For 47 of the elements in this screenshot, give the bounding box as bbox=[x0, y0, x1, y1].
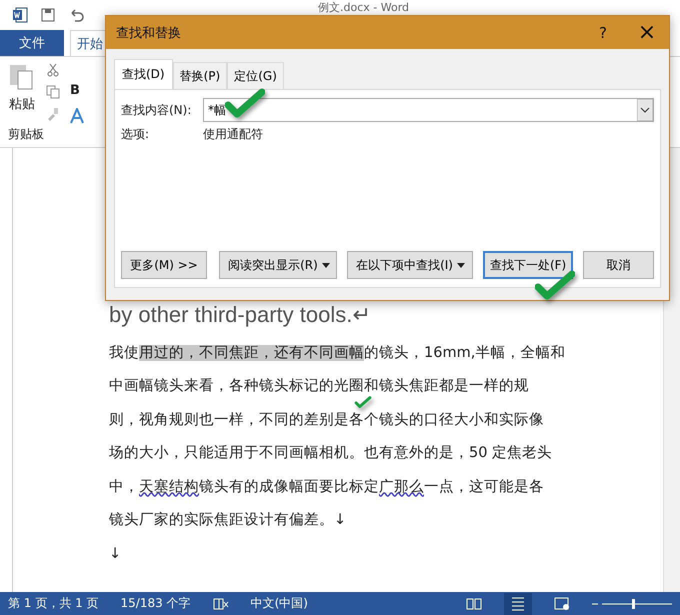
document-line: 场的大小，只能适用于不同画幅相机。也有意外的是，50 定焦老头 bbox=[109, 444, 552, 462]
dialog-button[interactable]: 查找下一处(F) bbox=[483, 251, 574, 279]
file-tab[interactable]: 文件 bbox=[0, 30, 64, 56]
word-logo-icon[interactable] bbox=[12, 7, 28, 23]
word-count[interactable]: 15/183 个字 bbox=[120, 595, 191, 612]
find-combo-box[interactable]: *幅 bbox=[203, 98, 654, 122]
proofing-icon[interactable] bbox=[212, 596, 229, 610]
document-line: ↓ bbox=[109, 544, 122, 563]
window-title: 例文.docx - Word bbox=[318, 1, 410, 14]
document-line: 则，视角规则也一样，不同的差别是各个镜头的口径大小和实际像 bbox=[109, 410, 544, 429]
dialog-button[interactable]: 在以下项中查找(I) bbox=[347, 251, 474, 279]
options-label: 选项: bbox=[121, 126, 150, 143]
document-line: 镜头厂家的实际焦距设计有偏差。↓ bbox=[109, 511, 346, 530]
dialog-tab[interactable]: 查找(D) bbox=[114, 59, 173, 89]
text-effects-icon[interactable] bbox=[70, 108, 84, 124]
caret-icon bbox=[322, 262, 330, 268]
web-layout-icon[interactable] bbox=[554, 596, 570, 610]
document-line: 我使用过的，不同焦距，还有不同画幅的镜头，16mm,半幅，全幅和 bbox=[109, 344, 566, 362]
find-field[interactable]: *幅 bbox=[204, 102, 637, 118]
check-mark-icon bbox=[225, 88, 265, 120]
bold-button[interactable]: B bbox=[70, 83, 84, 98]
check-mark-icon bbox=[352, 396, 374, 409]
help-button[interactable]: ? bbox=[581, 16, 625, 49]
dropdown-button[interactable] bbox=[637, 99, 653, 121]
scissors-icon[interactable] bbox=[46, 63, 60, 77]
dialog-button[interactable]: 取消 bbox=[583, 251, 654, 279]
page-count[interactable]: 第 1 页，共 1 页 bbox=[8, 595, 99, 612]
print-layout-icon[interactable] bbox=[504, 592, 532, 614]
dialog-title: 查找和替换 bbox=[116, 24, 181, 42]
options-value: 使用通配符 bbox=[203, 126, 263, 143]
dialog-tab[interactable]: 替换(P) bbox=[172, 62, 228, 89]
dialog-tab[interactable]: 定位(G) bbox=[227, 62, 284, 89]
dialog-button[interactable]: 阅读突出显示(R) bbox=[219, 251, 338, 279]
document-line: 中，天塞结构镜头有的成像幅面要比标定广那么一点，这可能是各 bbox=[109, 478, 544, 496]
find-label: 查找内容(N): bbox=[121, 102, 192, 118]
check-mark-icon bbox=[535, 270, 575, 302]
document-line: 中画幅镜头来看，各种镜头标记的光圈和镜头焦距都是一样的规 bbox=[109, 377, 529, 396]
save-icon[interactable] bbox=[40, 7, 56, 23]
copy-icon[interactable] bbox=[46, 85, 60, 99]
language-status[interactable]: 中文(中国) bbox=[250, 595, 308, 612]
caret-icon bbox=[456, 262, 465, 268]
read-mode-icon[interactable] bbox=[466, 596, 482, 610]
close-button[interactable]: × bbox=[625, 16, 669, 49]
paste-button[interactable]: 粘贴 bbox=[9, 95, 35, 113]
document-text: by other third-party tools.↵ bbox=[109, 302, 370, 328]
dialog-button[interactable]: 更多(M) >> bbox=[121, 251, 208, 279]
clipboard-group-label: 剪贴板 bbox=[8, 126, 44, 143]
